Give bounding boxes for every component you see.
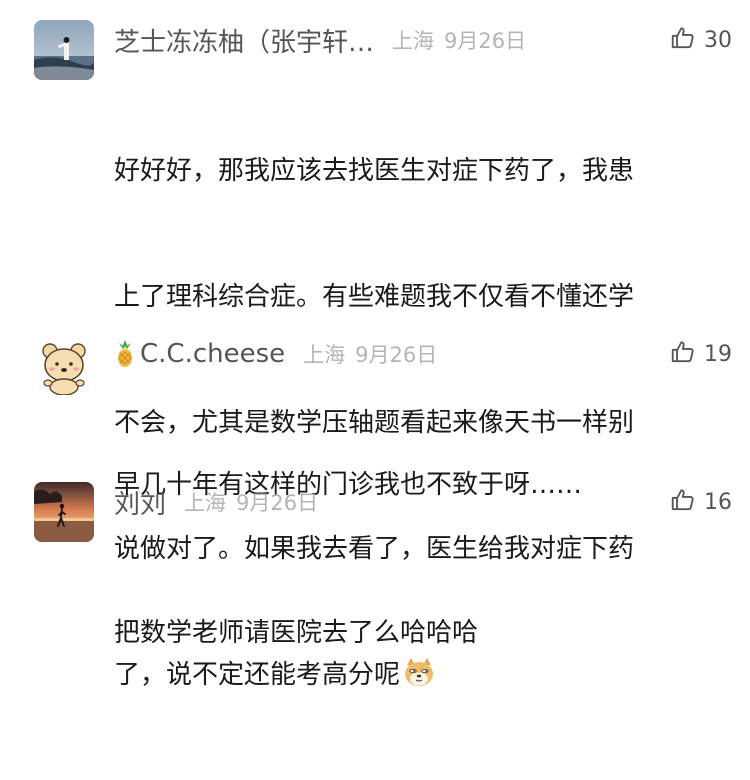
like-count: 16 [704,489,732,515]
username[interactable]: C.C.cheese [140,339,285,369]
username[interactable]: 刘刘 [114,484,166,521]
like-count: 30 [704,27,732,53]
comment-meta: 刘刘 上海 9月26日 [114,482,318,522]
comment-line: 把数学老师请医院去了么哈哈哈 [114,618,479,648]
comment-item: 芝士冻冻柚（张宇轩… 上海 9月26日 30 好好好，那我应该去找医生对症下药了… [0,0,750,690]
username[interactable]: 芝士冻冻柚（张宇轩… [114,22,374,59]
comment-line: 好好好，那我应该去找医生对症下药了，我患 [114,156,635,186]
comment-text: 把数学老师请医院去了么哈哈哈 [114,528,724,738]
pineapple-icon [114,339,136,369]
comment-item: 刘刘 上海 9月26日 16 把数学老师请医院去了么哈哈哈 [0,478,750,648]
timestamp: 9月26日 [444,29,527,53]
comment-meta: C.C.cheese 上海 9月26日 [114,334,437,374]
location: 上海 [392,29,435,53]
timestamp: 9月26日 [236,491,319,515]
location: 上海 [184,491,227,515]
like-count: 19 [704,341,732,367]
comment-item: C.C.cheese 上海 9月26日 19 早几十年有这样的门诊我也不致于呀…… [0,330,750,500]
like-button[interactable]: 16 [670,482,732,522]
avatar[interactable] [34,482,94,542]
comment-meta: 芝士冻冻柚（张宇轩… 上海 9月26日 [114,20,526,60]
timestamp: 9月26日 [355,343,438,367]
thumbs-up-icon [670,25,696,55]
avatar[interactable] [34,20,94,80]
avatar[interactable] [34,335,94,395]
thumbs-up-icon [670,339,696,369]
thumbs-up-icon [670,487,696,517]
location: 上海 [303,343,346,367]
like-button[interactable]: 19 [670,334,732,374]
comment-line: 上了理科综合症。有些难题我不仅看不懂还学 [114,282,635,312]
like-button[interactable]: 30 [670,20,732,60]
